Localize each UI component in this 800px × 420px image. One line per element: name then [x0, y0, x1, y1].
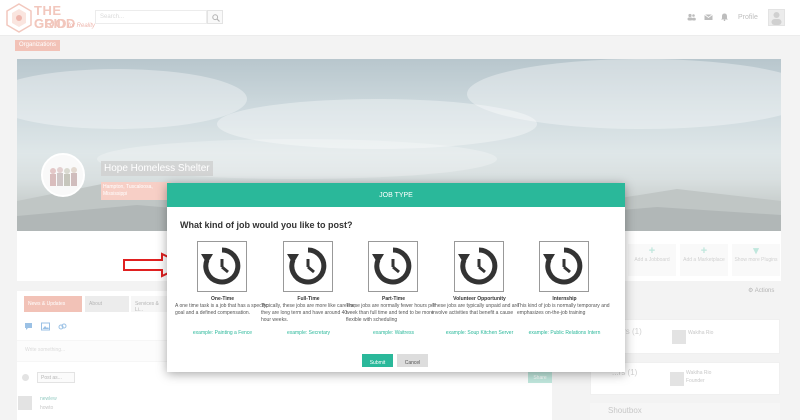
- job-example: example: Painting a Fence: [192, 330, 253, 336]
- job-example: example: Public Relations Intern: [528, 330, 601, 336]
- clock-refresh-icon: [539, 241, 589, 292]
- job-title: Full-Time: [297, 296, 320, 302]
- job-title: Internship: [552, 296, 577, 302]
- cancel-button[interactable]: Cancel: [397, 354, 428, 367]
- submit-button[interactable]: Submit: [362, 354, 393, 367]
- job-description: These jobs are normally fewer hours per …: [346, 303, 436, 323]
- job-example: example: Soup Kitchen Server: [445, 330, 514, 336]
- job-example: example: Waitress: [373, 330, 414, 336]
- modal-title: JOB TYPE: [167, 183, 625, 207]
- job-description: Typically, these jobs are more like care…: [261, 303, 356, 323]
- job-description: A one time task is a job that has a spec…: [175, 303, 268, 316]
- job-description: This kind of job is normally temporary a…: [517, 303, 610, 316]
- job-title: Part-Time: [382, 296, 405, 302]
- clock-refresh-icon: [197, 241, 247, 292]
- clock-refresh-icon: [283, 241, 333, 292]
- job-title: Volunteer Opportunity: [453, 296, 506, 302]
- modal-question: What kind of job would you like to post?: [180, 220, 353, 230]
- job-type-modal: JOB TYPE What kind of job would you like…: [167, 183, 625, 372]
- clock-refresh-icon: [454, 241, 504, 292]
- job-title: One-Time: [211, 296, 234, 302]
- job-example: example: Secretary: [286, 330, 331, 336]
- job-description: These jobs are typically unpaid and are …: [432, 303, 519, 316]
- clock-refresh-icon: [368, 241, 418, 292]
